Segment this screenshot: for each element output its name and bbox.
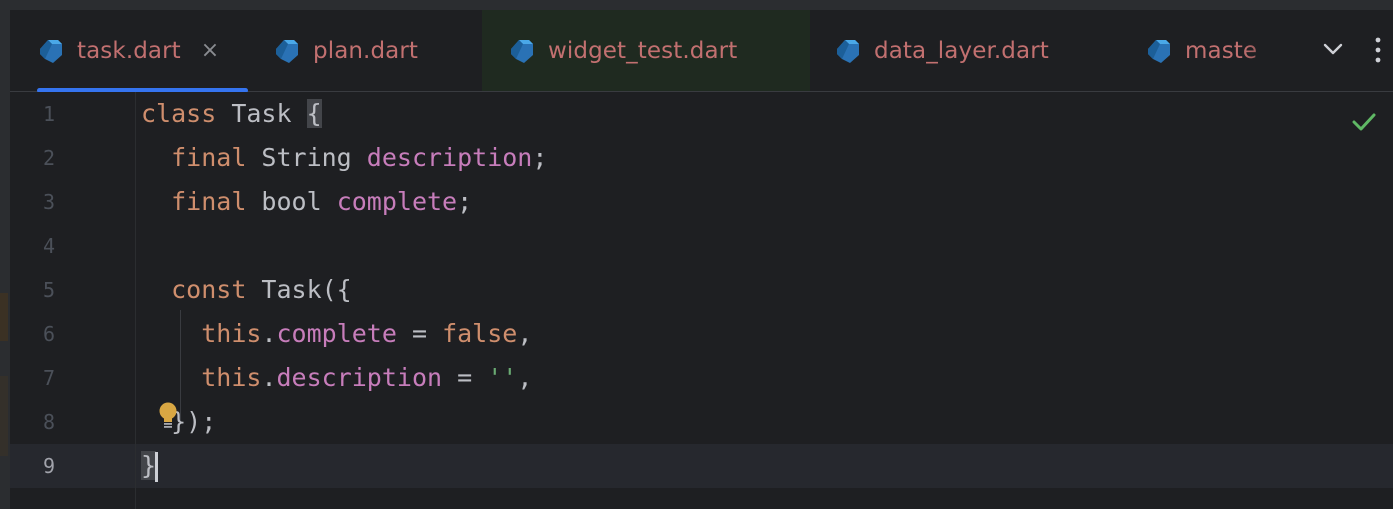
code-token: final <box>171 187 247 216</box>
code-token: Task({ <box>246 275 352 304</box>
code-token: this <box>201 363 262 392</box>
line-number: 7 <box>42 366 55 390</box>
code-token: = <box>396 319 443 348</box>
tab-label: plan.dart <box>313 37 419 64</box>
line-number: 8 <box>42 410 55 434</box>
tab-label: data_layer.dart <box>874 37 1049 64</box>
line-number-current: 9 <box>42 454 55 478</box>
code-line-current[interactable]: } <box>141 444 159 488</box>
line-number-gutter: 1 2 3 4 5 6 7 8 9 <box>10 92 135 509</box>
editor-tab-bar: task.dart × plan.dart widget_test.dart d… <box>10 10 1393 93</box>
code-token: this <box>201 319 262 348</box>
code-token: ; <box>457 187 473 216</box>
code-token: . <box>261 319 277 348</box>
tab-data-layer-dart[interactable]: data_layer.dart <box>834 10 1124 91</box>
dart-icon <box>1148 39 1170 63</box>
code-token: = <box>442 363 488 392</box>
tab-plan-dart[interactable]: plan.dart <box>273 10 473 91</box>
code-token: , <box>517 319 533 348</box>
code-token: final <box>171 143 247 172</box>
scroll-marker <box>0 293 8 341</box>
current-line-highlight <box>10 444 1393 488</box>
dart-icon <box>837 39 859 63</box>
close-icon[interactable]: × <box>201 39 219 62</box>
code-token: false <box>442 319 518 348</box>
code-token: description <box>276 363 443 392</box>
dart-icon <box>40 39 62 63</box>
code-line[interactable]: this.description = '', <box>141 356 532 400</box>
tab-tools <box>1243 10 1393 91</box>
lightbulb-icon[interactable] <box>156 401 180 431</box>
code-token: '' <box>487 363 518 392</box>
scroll-marker <box>0 376 8 456</box>
gutter-separator <box>135 92 136 509</box>
code-token: . <box>261 363 277 392</box>
left-side-strip <box>0 10 10 509</box>
code-line[interactable]: this.complete = false, <box>141 312 532 356</box>
chevron-down-icon[interactable] <box>1320 36 1346 62</box>
code-token: const <box>171 275 247 304</box>
tab-label: task.dart <box>77 37 181 64</box>
tab-task-dart[interactable]: task.dart × <box>37 10 248 93</box>
line-number: 4 <box>42 234 55 258</box>
code-token: description <box>366 143 533 172</box>
code-token: complete <box>336 187 458 216</box>
text-caret <box>155 452 159 482</box>
code-token: bool <box>246 187 337 216</box>
window-top-strip <box>0 0 1393 10</box>
more-vertical-icon[interactable] <box>1374 37 1382 63</box>
line-number: 6 <box>42 322 55 346</box>
tab-widget-test-dart[interactable]: widget_test.dart <box>482 10 810 91</box>
check-icon[interactable] <box>1350 108 1378 136</box>
code-token: , <box>517 363 533 392</box>
line-number: 1 <box>42 102 55 126</box>
line-number: 2 <box>42 146 55 170</box>
code-token: } <box>141 451 157 480</box>
code-line[interactable]: class Task { <box>141 92 322 136</box>
dart-icon <box>511 39 533 63</box>
code-token: complete <box>276 319 397 348</box>
code-token: class <box>141 99 217 128</box>
line-number: 5 <box>42 278 55 302</box>
code-token: { <box>306 99 322 128</box>
code-token: ; <box>532 143 548 172</box>
code-token: Task <box>216 99 307 128</box>
code-line[interactable]: const Task({ <box>141 268 352 312</box>
code-token: String <box>246 143 367 172</box>
code-editor[interactable]: 1 2 3 4 5 6 7 8 9 class Task { final Str… <box>10 92 1393 509</box>
code-line[interactable]: final bool complete; <box>141 180 472 224</box>
code-line[interactable]: final String description; <box>141 136 547 180</box>
dart-icon <box>276 39 298 63</box>
line-number: 3 <box>42 190 55 214</box>
tab-label: widget_test.dart <box>548 37 738 64</box>
